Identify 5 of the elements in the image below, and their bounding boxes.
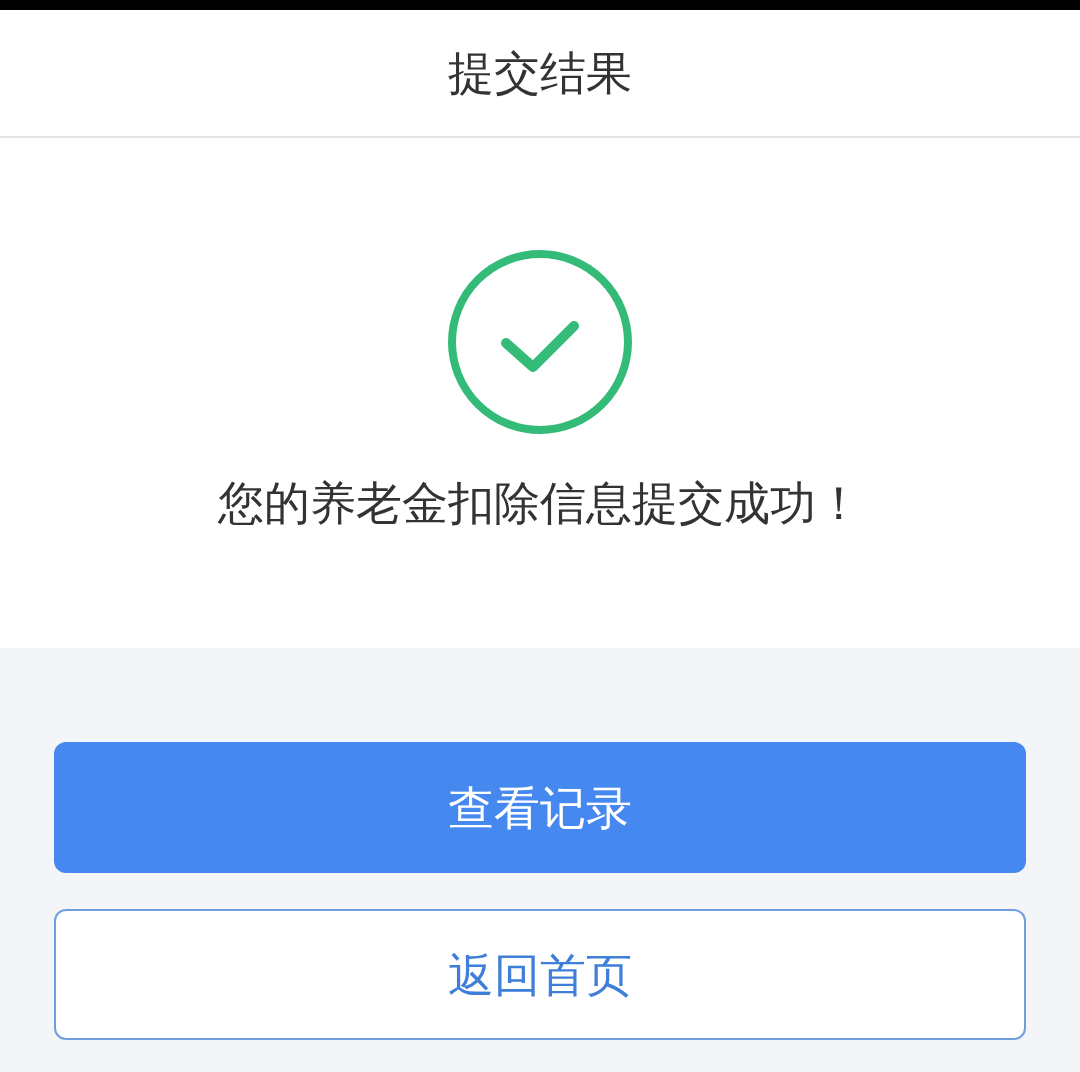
view-records-button[interactable]: 查看记录 (54, 742, 1026, 873)
check-circle-icon (448, 250, 632, 434)
back-home-button[interactable]: 返回首页 (54, 909, 1026, 1040)
success-message: 您的养老金扣除信息提交成功！ (218, 480, 862, 526)
page-title: 提交结果 (448, 50, 632, 96)
